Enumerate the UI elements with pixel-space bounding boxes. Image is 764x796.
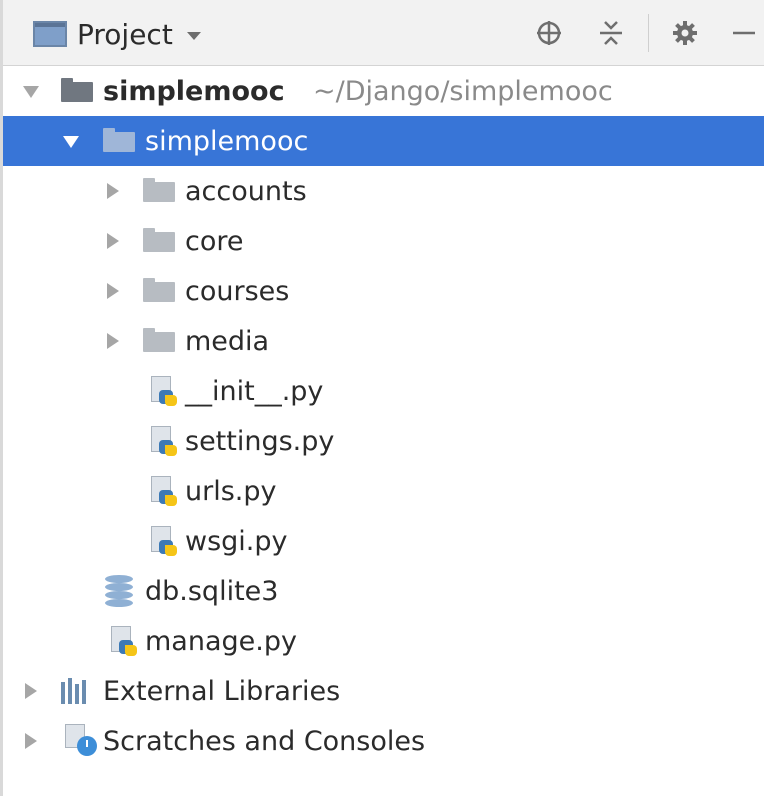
expand-arrow-icon[interactable] [107, 283, 119, 299]
python-file-icon [149, 526, 177, 556]
expand-arrow-icon[interactable] [107, 183, 119, 199]
tree-row-file[interactable]: urls.py [3, 466, 764, 516]
python-file-icon [149, 376, 177, 406]
root-label: simplemooc [103, 75, 285, 107]
folder-icon [143, 228, 175, 252]
tree-row-file[interactable]: manage.py [3, 616, 764, 666]
chevron-down-icon [186, 32, 201, 40]
tree-row-scratches[interactable]: Scratches and Consoles [3, 716, 764, 766]
collapse-all-icon[interactable] [595, 17, 627, 49]
tree-row-file[interactable]: db.sqlite3 [3, 566, 764, 616]
project-view-icon [33, 21, 67, 47]
locate-icon[interactable] [533, 17, 565, 49]
file-label: settings.py [185, 425, 335, 457]
external-libraries-label: External Libraries [103, 675, 341, 707]
folder-label: core [185, 225, 244, 257]
tree-row-root[interactable]: simplemooc ~/Django/simplemooc [3, 66, 764, 116]
database-icon [105, 575, 133, 607]
root-path: ~/Django/simplemooc [313, 75, 613, 107]
scratches-icon [65, 724, 99, 758]
expand-arrow-icon[interactable] [25, 683, 37, 699]
file-label: __init__.py [185, 375, 324, 407]
expand-arrow-icon[interactable] [63, 136, 79, 148]
tool-window-header: Project [3, 0, 764, 66]
folder-icon [143, 328, 175, 352]
project-view-selector[interactable]: Project [33, 10, 201, 58]
tree-row-folder[interactable]: media [3, 316, 764, 366]
python-file-icon [149, 426, 177, 456]
view-title: Project [77, 17, 173, 51]
file-label: db.sqlite3 [145, 575, 279, 607]
folder-label: courses [185, 275, 290, 307]
tree-row-folder[interactable]: core [3, 216, 764, 266]
folder-icon [143, 178, 175, 202]
gear-icon[interactable] [669, 17, 701, 49]
folder-icon [143, 278, 175, 302]
file-label: wsgi.py [185, 525, 288, 557]
python-file-icon [149, 476, 177, 506]
toolbar-divider [648, 14, 649, 52]
tree-row-folder[interactable]: accounts [3, 166, 764, 216]
file-label: manage.py [145, 625, 297, 657]
scratches-label: Scratches and Consoles [103, 725, 426, 757]
package-label: simplemooc [145, 125, 309, 157]
libraries-icon [61, 678, 91, 704]
expand-arrow-icon[interactable] [107, 333, 119, 349]
tree-row-file[interactable]: __init__.py [3, 366, 764, 416]
tree-row-external-libraries[interactable]: External Libraries [3, 666, 764, 716]
tree-row-file[interactable]: wsgi.py [3, 516, 764, 566]
project-tool-window: Project simplemooc ~/Django/simplemooc s… [0, 0, 764, 796]
folder-icon [61, 78, 93, 102]
expand-arrow-icon[interactable] [23, 86, 39, 98]
folder-label: media [185, 325, 270, 357]
tree-row-file[interactable]: settings.py [3, 416, 764, 466]
file-label: urls.py [185, 475, 277, 507]
package-folder-icon [103, 128, 135, 152]
python-file-icon [109, 626, 137, 656]
expand-arrow-icon[interactable] [25, 733, 37, 749]
tree-row-package[interactable]: simplemooc [3, 116, 764, 166]
tree-row-folder[interactable]: courses [3, 266, 764, 316]
folder-label: accounts [185, 175, 307, 207]
hide-icon[interactable] [727, 17, 759, 49]
expand-arrow-icon[interactable] [107, 233, 119, 249]
